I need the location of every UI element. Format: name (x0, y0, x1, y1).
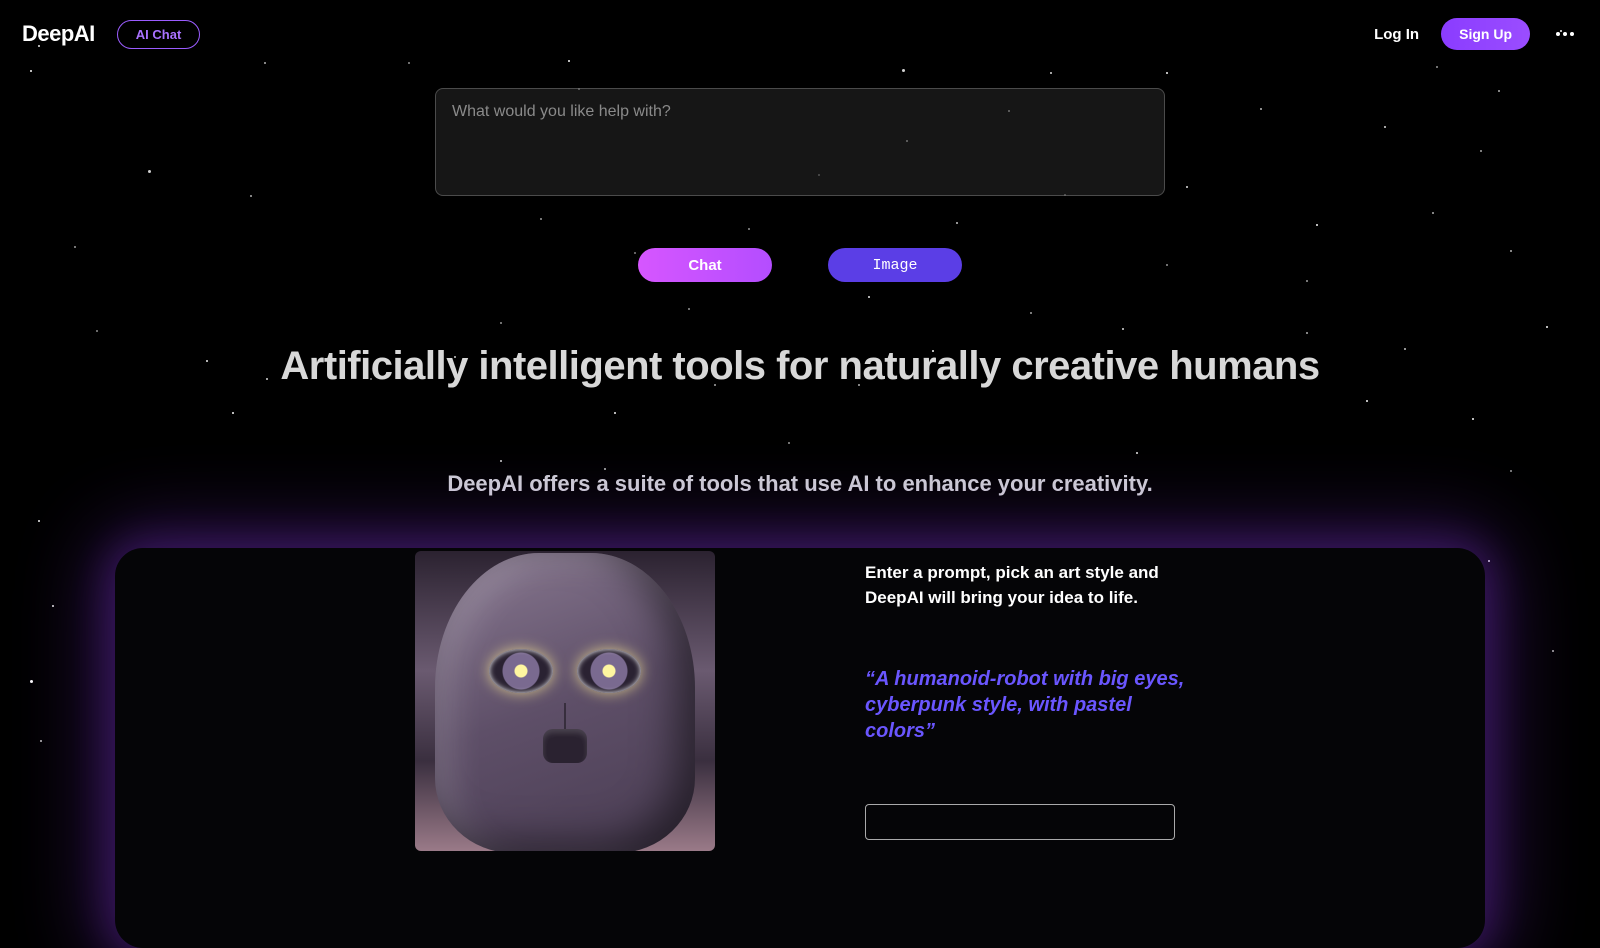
login-link[interactable]: Log In (1374, 26, 1419, 43)
feature-description: Enter a prompt, pick an art style and De… (865, 561, 1205, 610)
ai-chat-button[interactable]: AI Chat (117, 20, 201, 49)
signup-button[interactable]: Sign Up (1441, 18, 1530, 50)
feature-quote: “A humanoid-robot with big eyes, cyberpu… (865, 666, 1205, 744)
robot-image (415, 551, 715, 851)
chat-button[interactable]: Chat (638, 248, 772, 282)
more-icon[interactable] (1552, 28, 1578, 40)
feature-prompt-input[interactable] (865, 804, 1175, 840)
action-row: Chat Image (638, 248, 962, 282)
logo[interactable]: DeepAI (22, 21, 95, 47)
prompt-input[interactable] (435, 88, 1165, 196)
image-button[interactable]: Image (828, 248, 962, 282)
feature-section: Enter a prompt, pick an art style and De… (115, 551, 1485, 851)
tagline: Artificially intelligent tools for natur… (280, 344, 1319, 389)
header: DeepAI AI Chat Log In Sign Up (0, 0, 1600, 68)
subhead: DeepAI offers a suite of tools that use … (447, 471, 1152, 497)
